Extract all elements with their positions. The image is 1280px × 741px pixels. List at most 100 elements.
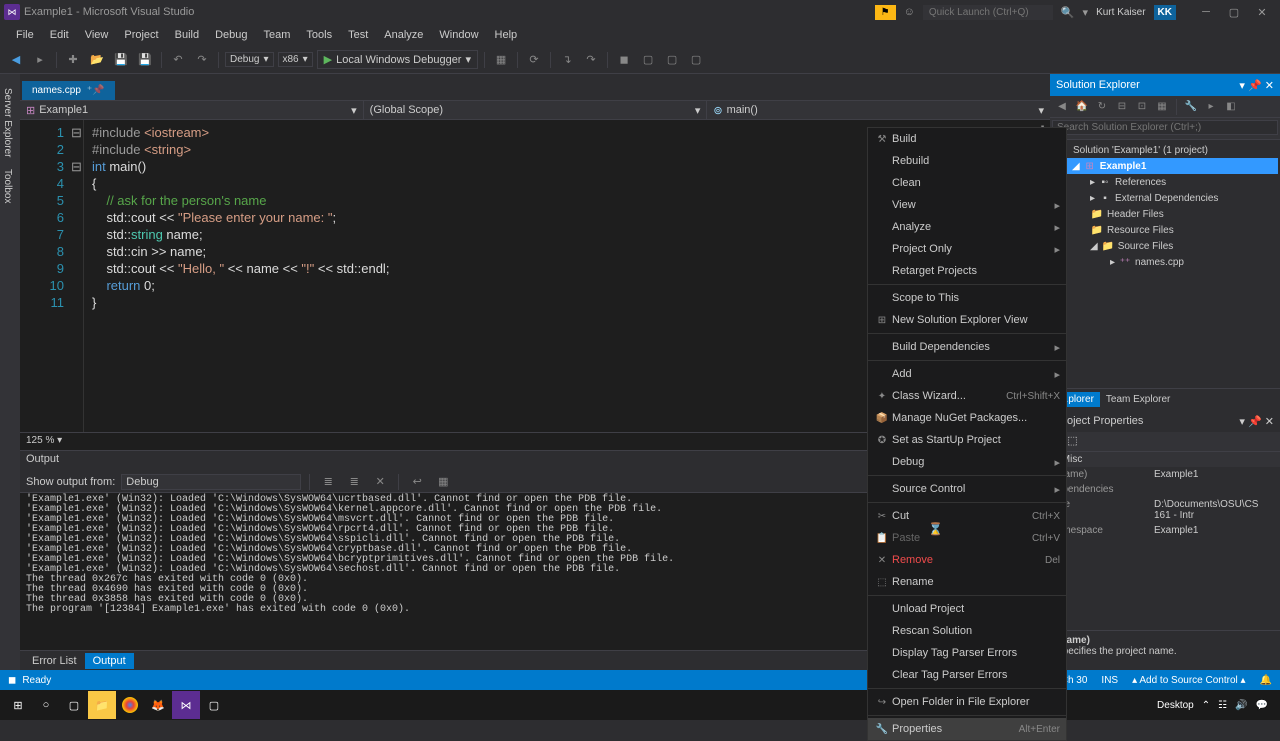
props-sort-button[interactable]: ⬚	[1067, 434, 1077, 449]
ctx-display-tag-parser-errors[interactable]: Display Tag Parser Errors	[868, 642, 1066, 664]
nav-project[interactable]: ⊞Example1▾	[20, 101, 364, 119]
output-tool-3[interactable]: ▦	[433, 472, 453, 492]
ctx-paste[interactable]: 📋PasteCtrl+V	[868, 527, 1066, 549]
menu-view[interactable]: View	[77, 27, 117, 43]
back-button[interactable]: ◀	[6, 50, 26, 70]
close-button[interactable]: ✕	[1248, 2, 1276, 22]
tool-4[interactable]: ▢	[662, 50, 682, 70]
ctx-rescan-solution[interactable]: Rescan Solution	[868, 620, 1066, 642]
maximize-button[interactable]: ▢	[1220, 2, 1248, 22]
props-grid[interactable]: ▾ Misc (Name)Example1 ...pendencies ...l…	[1050, 452, 1280, 630]
notification-flag[interactable]: ⚑	[875, 5, 896, 20]
se-back-button[interactable]: ◀	[1054, 99, 1070, 115]
open-button[interactable]: 📂	[87, 50, 107, 70]
ctx-clear-tag-parser-errors[interactable]: Clear Tag Parser Errors	[868, 664, 1066, 686]
ctx-debug[interactable]: Debug▸	[868, 451, 1066, 473]
ctx-source-control[interactable]: Source Control▸	[868, 478, 1066, 500]
se-search-input[interactable]	[1052, 120, 1278, 135]
search-icon[interactable]: 🔍	[1061, 6, 1075, 19]
se-collapse-button[interactable]: ⊟	[1114, 99, 1130, 115]
output-tool-2[interactable]: ≣	[344, 472, 364, 492]
down-icon[interactable]: ▾	[1083, 6, 1089, 19]
se-home-button[interactable]: 🏠	[1074, 99, 1090, 115]
step-into-button[interactable]: ↴	[557, 50, 577, 70]
menu-window[interactable]: Window	[431, 27, 486, 43]
se-refresh-button[interactable]: ↻	[1094, 99, 1110, 115]
panel-pin-icon[interactable]: 📌	[1248, 80, 1262, 92]
fold-gutter[interactable]: ⊟⊟	[70, 120, 84, 432]
redo-button[interactable]: ↷	[192, 50, 212, 70]
ctx-build-dependencies[interactable]: Build Dependencies▸	[868, 336, 1066, 358]
ctx-manage-nuget-packages-[interactable]: 📦Manage NuGet Packages...	[868, 407, 1066, 429]
output-clear-button[interactable]: ✕	[370, 472, 390, 492]
output-tool-1[interactable]: ≣	[318, 472, 338, 492]
output-wrap-button[interactable]: ↩	[407, 472, 427, 492]
se-tool-button-3[interactable]: ◧	[1223, 99, 1239, 115]
ctx-new-solution-explorer-view[interactable]: ⊞New Solution Explorer View	[868, 309, 1066, 331]
start-button[interactable]: ⊞	[4, 691, 32, 719]
task-view-button[interactable]: ▢	[60, 691, 88, 719]
ctx-rebuild[interactable]: Rebuild	[868, 150, 1066, 172]
user-name[interactable]: Kurt Kaiser	[1096, 7, 1145, 18]
config-combo[interactable]: Debug▾	[225, 52, 274, 67]
nav-scope[interactable]: (Global Scope)▾	[364, 101, 708, 119]
vs-taskbar-button[interactable]: ⋈	[172, 691, 200, 719]
cortana-button[interactable]: ○	[32, 691, 60, 719]
ctx-retarget-projects[interactable]: Retarget Projects	[868, 260, 1066, 282]
menu-edit[interactable]: Edit	[42, 27, 77, 43]
output-tab[interactable]: Output	[85, 653, 134, 669]
ctx-open-folder-in-file-explorer[interactable]: ↪Open Folder in File Explorer	[868, 691, 1066, 713]
tray-notif-icon[interactable]: 💬	[1256, 700, 1268, 711]
menu-build[interactable]: Build	[167, 27, 207, 43]
tool-2[interactable]: ⟳	[524, 50, 544, 70]
toolbox-tab[interactable]: Toolbox	[0, 163, 20, 209]
breakpoint-button[interactable]: ◼	[614, 50, 634, 70]
se-showall-button[interactable]: ▦	[1154, 99, 1170, 115]
panel-close-icon[interactable]: ✕	[1265, 80, 1274, 92]
ctx-project-only[interactable]: Project Only▸	[868, 238, 1066, 260]
minimize-button[interactable]: ─	[1192, 2, 1220, 22]
tool-3[interactable]: ▢	[638, 50, 658, 70]
tool-5[interactable]: ▢	[686, 50, 706, 70]
output-source-combo[interactable]: Debug	[121, 474, 301, 490]
feedback-icon[interactable]: ☺	[904, 6, 915, 18]
forward-button[interactable]: ▸	[30, 50, 50, 70]
menu-debug[interactable]: Debug	[207, 27, 255, 43]
pin-icon[interactable]: ⁺📌	[87, 85, 105, 96]
props-pin-icon[interactable]: 📌	[1248, 416, 1262, 428]
chrome-button[interactable]	[116, 691, 144, 719]
user-avatar[interactable]: KK	[1154, 5, 1176, 20]
platform-combo[interactable]: x86▾	[278, 52, 313, 67]
quick-launch-input[interactable]	[923, 5, 1053, 20]
ctx-cut[interactable]: ✂CutCtrl+X	[868, 505, 1066, 527]
se-tool-button-2[interactable]: ▸	[1203, 99, 1219, 115]
se-sync-button[interactable]: ⊡	[1134, 99, 1150, 115]
tray-vol-icon[interactable]: 🔊	[1235, 700, 1247, 711]
status-bell-icon[interactable]: 🔔	[1260, 675, 1272, 686]
ctx-analyze[interactable]: Analyze▸	[868, 216, 1066, 238]
props-close-icon[interactable]: ✕	[1265, 416, 1274, 428]
save-all-button[interactable]: 💾	[135, 50, 155, 70]
ctx-remove[interactable]: ✕RemoveDel	[868, 549, 1066, 571]
ctx-rename[interactable]: ⬚Rename	[868, 571, 1066, 593]
menu-file[interactable]: File	[8, 27, 42, 43]
menu-project[interactable]: Project	[116, 27, 166, 43]
se-tab-team[interactable]: Team Explorer	[1100, 392, 1176, 407]
save-button[interactable]: 💾	[111, 50, 131, 70]
error-list-tab[interactable]: Error List	[24, 653, 85, 669]
start-debugger-button[interactable]: ▶Local Windows Debugger ▾	[317, 50, 478, 69]
ctx-unload-project[interactable]: Unload Project	[868, 598, 1066, 620]
new-project-button[interactable]: ✚	[63, 50, 83, 70]
tool-1[interactable]: ▦	[491, 50, 511, 70]
file-tab-names[interactable]: names.cpp⁺📌	[22, 81, 115, 100]
menu-test[interactable]: Test	[340, 27, 376, 43]
ctx-properties[interactable]: 🔧PropertiesAlt+Enter	[868, 718, 1066, 740]
ctx-build[interactable]: ⚒Build	[868, 128, 1066, 150]
menu-help[interactable]: Help	[487, 27, 526, 43]
firefox-button[interactable]: 🦊	[144, 691, 172, 719]
ctx-view[interactable]: View▸	[868, 194, 1066, 216]
tray-up-icon[interactable]: ⌃	[1202, 700, 1210, 711]
status-add-source[interactable]: ▴ Add to Source Control ▴	[1132, 675, 1245, 686]
tray-net-icon[interactable]: ☷	[1218, 700, 1227, 711]
ctx-add[interactable]: Add▸	[868, 363, 1066, 385]
